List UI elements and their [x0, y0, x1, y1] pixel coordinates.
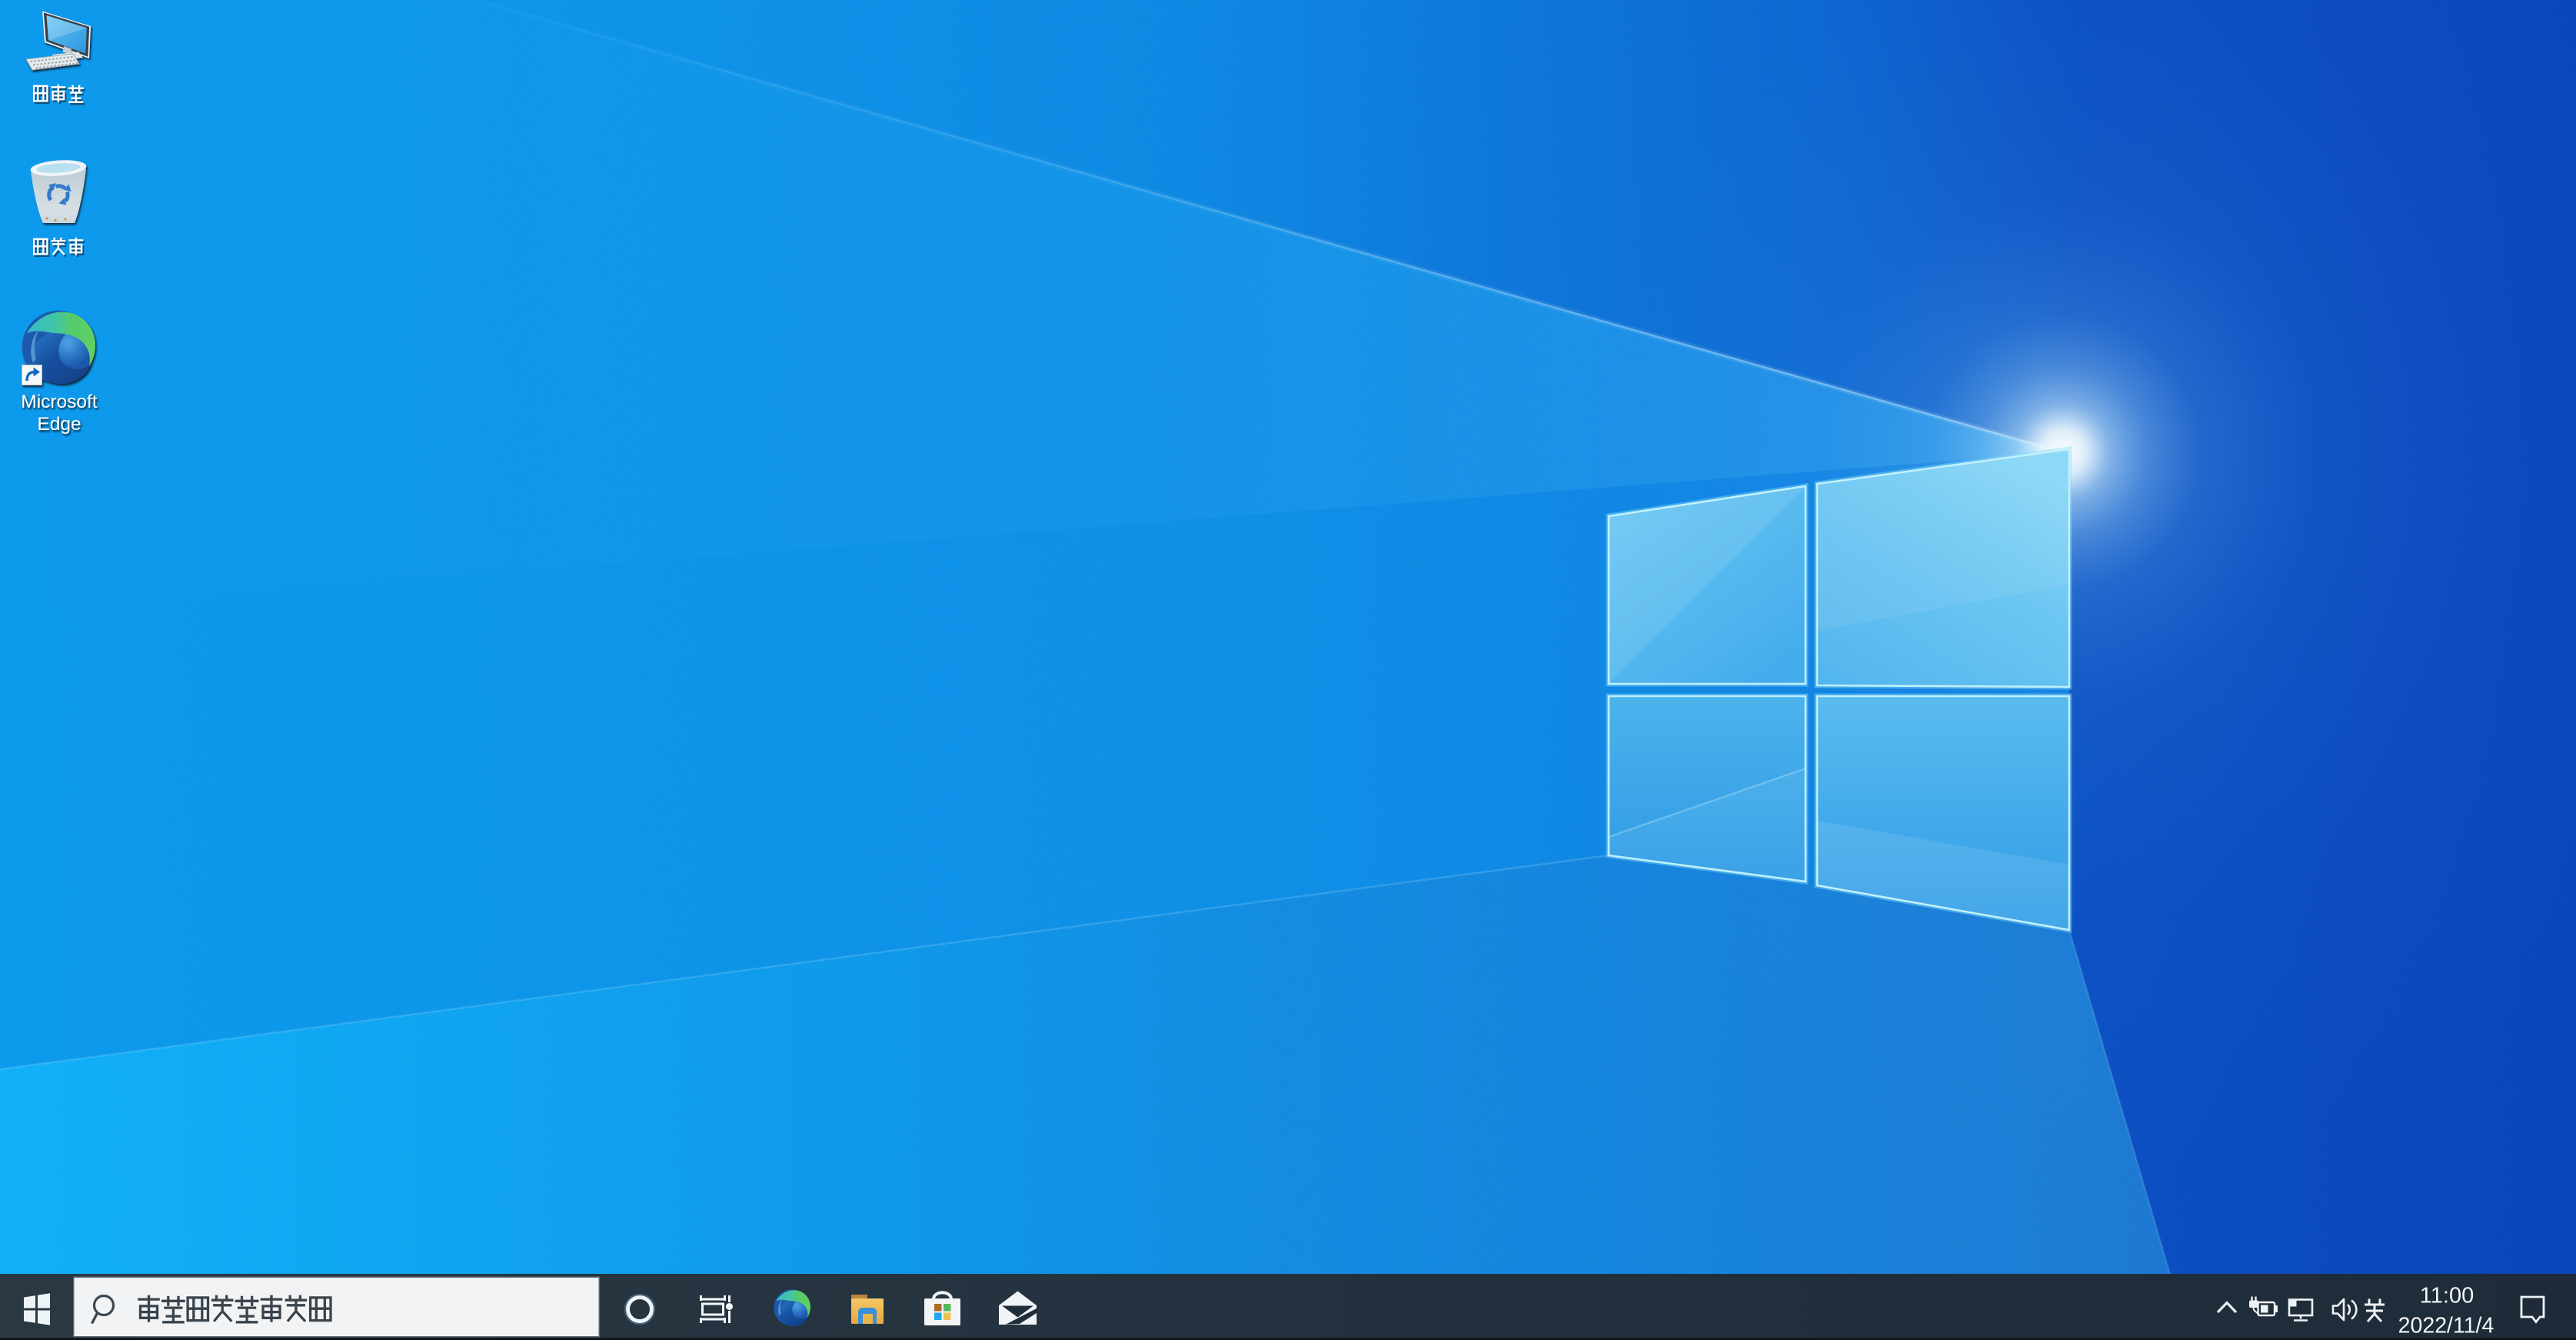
svg-text:Edge: Edge	[37, 414, 81, 435]
svg-text:11:00: 11:00	[2420, 1284, 2474, 1308]
svg-text:Microsoft: Microsoft	[21, 392, 98, 412]
svg-text:2022/11/4: 2022/11/4	[2398, 1314, 2494, 1338]
